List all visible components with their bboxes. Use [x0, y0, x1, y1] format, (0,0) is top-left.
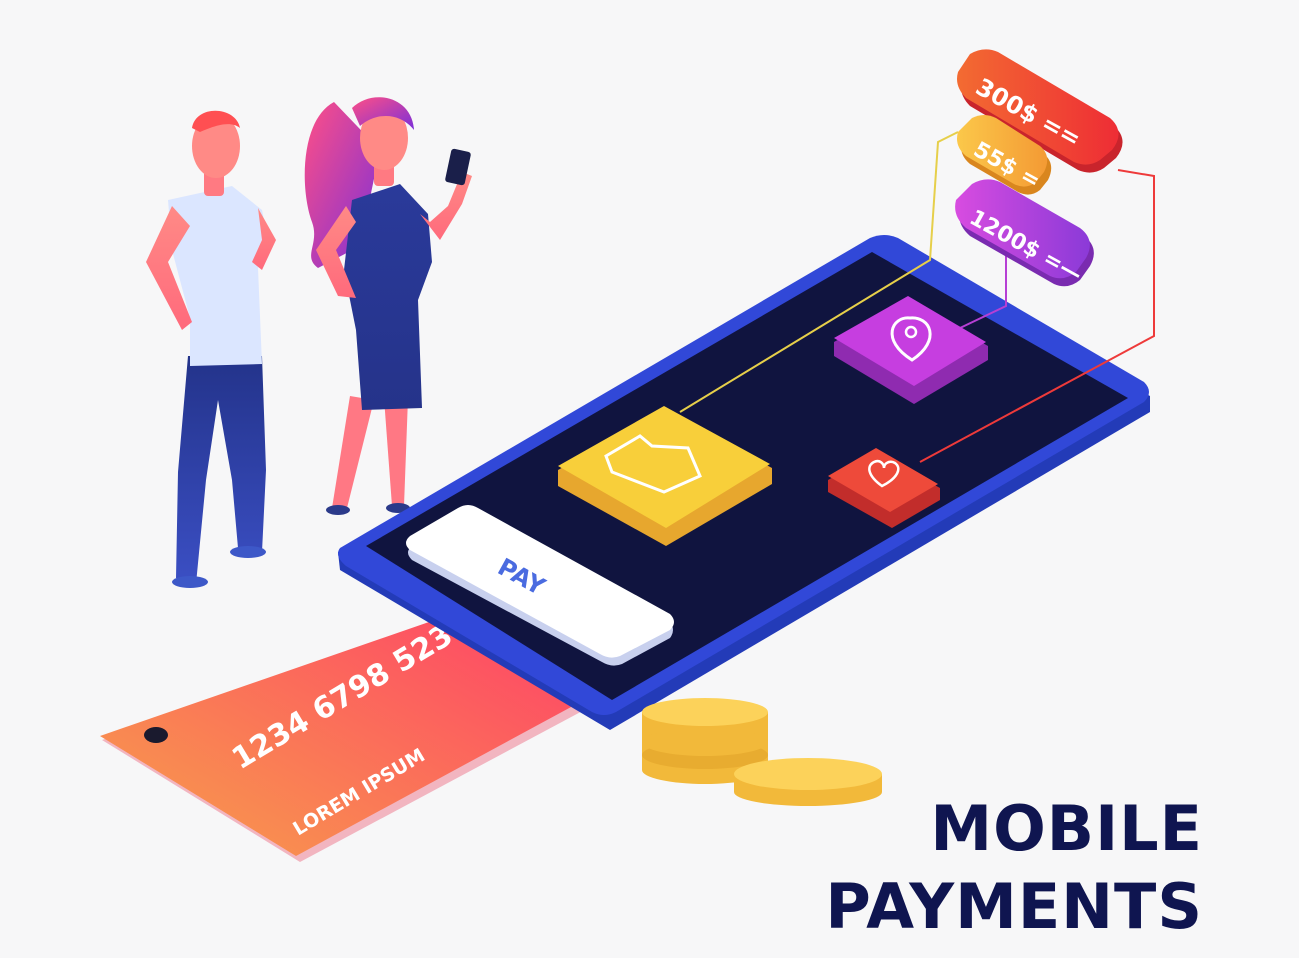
- title-line-1: MOBILE: [930, 792, 1203, 865]
- title-line-2: PAYMENTS: [825, 870, 1203, 943]
- man-figure: [146, 110, 276, 588]
- illustration-canvas: 1234 6798 5231 LOREM IPSUM PAY 300$ == 5…: [0, 0, 1299, 958]
- price-tag-1200: 1200$ =—: [955, 179, 1094, 288]
- woman-figure: [304, 97, 472, 515]
- card-chip-icon: [144, 727, 168, 743]
- page-title: MOBILE PAYMENTS: [825, 790, 1203, 946]
